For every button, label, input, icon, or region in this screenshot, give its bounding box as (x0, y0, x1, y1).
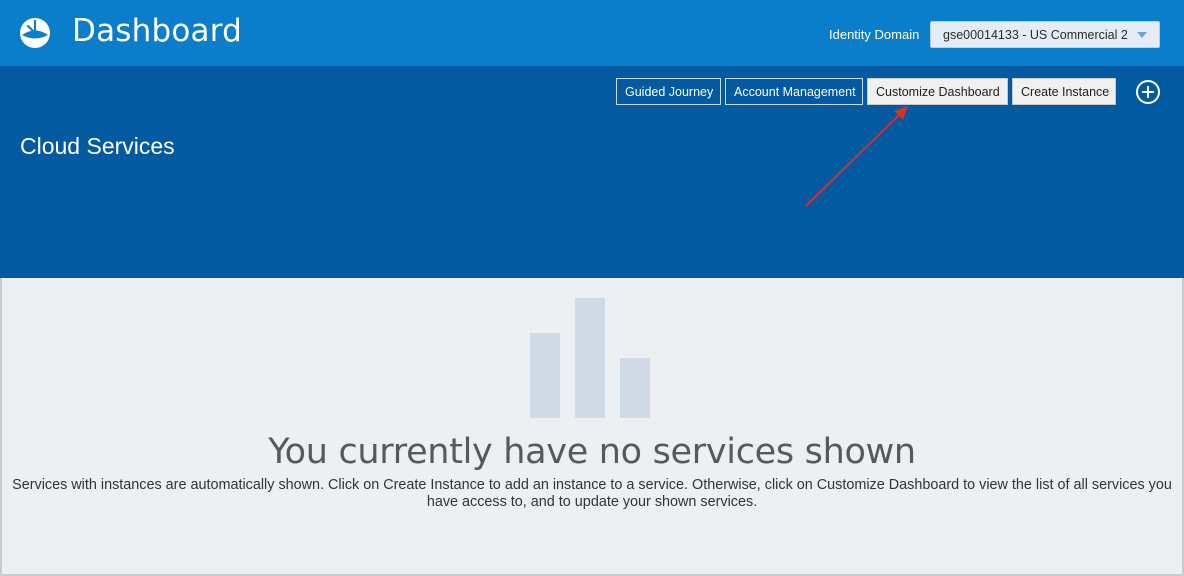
customize-dashboard-button[interactable]: Customize Dashboard (867, 78, 1008, 105)
app-title: Dashboard (72, 13, 242, 49)
bar-chart-icon (530, 298, 650, 418)
cloud-services-banner: Guided Journey Account Management Custom… (0, 66, 1184, 278)
account-management-button[interactable]: Account Management (725, 78, 863, 105)
empty-state-title: You currently have no services shown (268, 432, 916, 472)
guided-journey-button[interactable]: Guided Journey (616, 78, 721, 105)
plus-circle-icon[interactable] (1136, 80, 1160, 104)
empty-state-description: Services with instances are automaticall… (12, 477, 1172, 510)
identity-domain-value: gse00014133 - US Commercial 2 (943, 28, 1128, 42)
chevron-down-icon (1137, 32, 1147, 38)
top-bar: Dashboard Identity Domain gse00014133 - … (0, 0, 1184, 66)
bar-chart-icon-bar (530, 333, 560, 418)
bar-chart-icon-bar (575, 298, 605, 418)
identity-domain-select[interactable]: gse00014133 - US Commercial 2 (930, 21, 1160, 48)
page-title: Cloud Services (20, 133, 175, 159)
oracle-cloud-logo-icon[interactable] (19, 17, 51, 49)
create-instance-button[interactable]: Create Instance (1012, 78, 1116, 105)
identity-domain-label: Identity Domain (829, 27, 920, 42)
bar-chart-icon-bar (620, 358, 650, 418)
